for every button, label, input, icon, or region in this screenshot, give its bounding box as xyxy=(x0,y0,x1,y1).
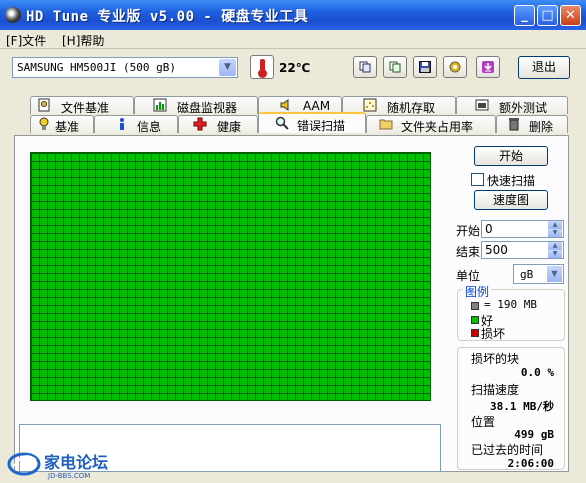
legend-bad-swatch xyxy=(471,329,479,337)
tab-file-benchmark[interactable]: 文件基准 xyxy=(30,96,134,115)
spinner-down-icon[interactable]: ▼ xyxy=(548,250,562,258)
start-value: 0 xyxy=(485,222,493,236)
tab-erase[interactable]: 删除 xyxy=(496,115,568,134)
quick-scan-checkbox[interactable] xyxy=(471,173,484,186)
chevron-down-icon[interactable]: ▼ xyxy=(547,266,562,282)
chevron-down-icon[interactable]: ▼ xyxy=(219,59,236,76)
close-button[interactable]: ✕ xyxy=(560,5,581,26)
legend-block-swatch xyxy=(471,302,479,310)
maximize-icon: □ xyxy=(541,8,554,23)
tab-extra-tests[interactable]: 额外测试 xyxy=(456,96,568,115)
temperature-button[interactable] xyxy=(250,55,274,79)
chart-icon xyxy=(153,98,167,112)
tab-error-scan[interactable]: 错误扫描 xyxy=(258,112,366,133)
legend-good-swatch xyxy=(471,316,479,324)
window-title: HD Tune 专业版 v5.00 - 硬盘专业工具 xyxy=(26,9,309,25)
unit-label: 单位 xyxy=(456,269,481,283)
tab-benchmark[interactable]: 基准 xyxy=(30,115,94,134)
menu-file[interactable]: [F]文件 xyxy=(6,32,46,49)
site-logo-icon: 家电论坛 JD-BBS.COM xyxy=(7,452,108,480)
tab-health[interactable]: 健康 xyxy=(178,115,258,134)
disk-icon xyxy=(5,7,21,23)
spinner-up-icon[interactable]: ▲ xyxy=(548,242,562,250)
tab-folder-usage[interactable]: 文件夹占用率 xyxy=(366,115,496,134)
app-window: HD Tune 专业版 v5.00 - 硬盘专业工具 _ □ ✕ [F]文件 [… xyxy=(0,0,586,482)
info-icon xyxy=(120,118,124,130)
minimize-button[interactable]: _ xyxy=(514,5,535,26)
elapsed-value: 2:06:00 xyxy=(507,457,554,470)
bad-blocks-label: 损坏的块 xyxy=(471,352,520,366)
speaker-icon xyxy=(280,99,289,111)
tab-disk-monitor[interactable]: 磁盘监视器 xyxy=(134,96,258,115)
start-scan-button[interactable]: 开始 xyxy=(474,146,548,166)
temperature-value: 22℃ xyxy=(279,61,311,75)
drive-select-value: SAMSUNG HM500JI (500 gB) xyxy=(17,61,176,74)
maximize-button[interactable]: □ xyxy=(537,5,558,26)
menu-help[interactable]: [H]帮助 xyxy=(62,32,104,49)
start-label: 开始 xyxy=(456,224,481,238)
title-bar[interactable]: HD Tune 专业版 v5.00 - 硬盘专业工具 _ □ ✕ xyxy=(0,0,586,30)
drive-select[interactable]: SAMSUNG HM500JI (500 gB) ▼ xyxy=(12,57,238,78)
legend-bad-label: 损坏 xyxy=(481,327,506,341)
copy-all-button[interactable] xyxy=(383,56,407,78)
download-icon xyxy=(482,61,494,73)
download-button[interactable] xyxy=(476,56,500,78)
tab-info[interactable]: 信息 xyxy=(94,115,178,134)
floppy-icon xyxy=(419,61,431,73)
copy-all-icon xyxy=(389,61,401,73)
folder-icon xyxy=(379,119,393,130)
elapsed-label: 已过去的时间 xyxy=(471,443,544,457)
health-cross-icon xyxy=(193,117,207,131)
watermark-text: 家电论坛 xyxy=(44,453,108,472)
lightbulb-icon xyxy=(39,117,49,130)
quick-scan-label: 快速扫描 xyxy=(487,174,536,188)
position-value: 499 gB xyxy=(514,428,554,441)
start-spinner[interactable]: 0 ▲ ▼ xyxy=(481,220,564,238)
scan-block-map xyxy=(30,152,431,401)
exit-button[interactable]: 退出 xyxy=(518,56,570,79)
legend-block-size: = 190 MB xyxy=(484,298,537,311)
spinner-down-icon[interactable]: ▼ xyxy=(548,229,562,237)
scatter-icon xyxy=(363,98,377,112)
options-button[interactable] xyxy=(443,56,467,78)
spinner-up-icon[interactable]: ▲ xyxy=(548,221,562,229)
speed-map-button[interactable]: 速度图 xyxy=(474,190,548,210)
trash-icon xyxy=(509,118,519,131)
end-label: 结束 xyxy=(456,245,481,259)
gear-icon xyxy=(449,61,461,73)
save-button[interactable] xyxy=(413,56,437,78)
file-benchmark-icon xyxy=(38,98,50,112)
menu-bar: [F]文件 [H]帮助 xyxy=(0,30,586,49)
magnifier-icon xyxy=(275,116,289,130)
scan-speed-value: 38.1 MB/秒 xyxy=(490,400,554,413)
end-spinner[interactable]: 500 ▲ ▼ xyxy=(481,241,564,259)
extra-tests-icon xyxy=(475,99,489,111)
close-icon: ✕ xyxy=(565,8,576,23)
watermark-subtext: JD-BBS.COM xyxy=(47,472,90,480)
copy-icon xyxy=(359,61,371,73)
bad-blocks-value: 0.0 % xyxy=(520,366,554,379)
unit-value: gB xyxy=(520,268,534,281)
minimize-icon: _ xyxy=(521,8,528,23)
scan-speed-label: 扫描速度 xyxy=(471,383,520,397)
end-value: 500 xyxy=(485,243,508,257)
copy-info-button[interactable] xyxy=(353,56,377,78)
site-watermark: 家电论坛 JD-BBS.COM xyxy=(6,446,130,480)
unit-select[interactable]: gB ▼ xyxy=(513,264,564,284)
